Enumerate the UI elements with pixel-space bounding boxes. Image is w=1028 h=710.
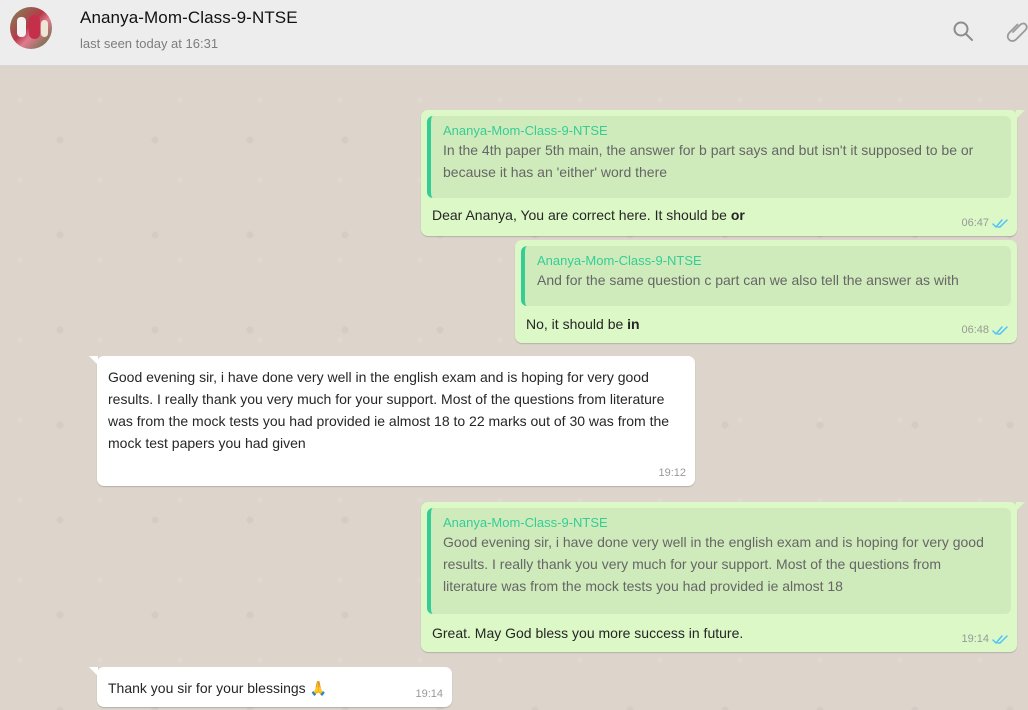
message-text-content: Thank you sir for your blessings	[108, 680, 306, 696]
outgoing-message[interactable]: Ananya-Mom-Class-9-NTSE Good evening sir…	[421, 502, 1025, 652]
message-time: 06:47	[961, 217, 989, 229]
message-meta: 19:12	[658, 467, 686, 479]
message-text: Thank you sir for your blessings 🙏	[108, 677, 442, 699]
message-time: 06:48	[961, 324, 989, 336]
message-text: Dear Ananya, You are correct here. It sh…	[432, 206, 745, 224]
chat-window: Ananya-Mom-Class-9-NTSE last seen today …	[0, 0, 1028, 710]
folded-hands-emoji: 🙏	[309, 680, 327, 696]
attach-button[interactable]	[1005, 19, 1028, 43]
avatar-figure-2	[29, 15, 40, 39]
quoted-message[interactable]: Ananya-Mom-Class-9-NTSE In the 4th paper…	[427, 116, 1011, 198]
quoted-message[interactable]: Ananya-Mom-Class-9-NTSE Good evening sir…	[427, 508, 1011, 614]
message-text: No, it should be in	[526, 315, 640, 333]
quoted-author: Ananya-Mom-Class-9-NTSE	[537, 253, 702, 268]
message-time: 19:12	[658, 467, 686, 479]
quoted-author: Ananya-Mom-Class-9-NTSE	[443, 515, 608, 530]
message-time: 19:14	[961, 633, 989, 645]
message-meta: 06:47	[961, 217, 1008, 229]
message-text: Great. May God bless you more success in…	[432, 625, 744, 641]
message-time: 19:14	[415, 688, 443, 700]
quoted-text: Good evening sir, i have done very well …	[443, 534, 988, 594]
message-meta: 06:48	[961, 324, 1008, 336]
chat-header: Ananya-Mom-Class-9-NTSE last seen today …	[0, 0, 1028, 66]
avatar-figure-1	[17, 17, 26, 37]
read-receipt-icon	[992, 218, 1008, 228]
outgoing-message[interactable]: Ananya-Mom-Class-9-NTSE In the 4th paper…	[421, 110, 1025, 236]
paperclip-icon	[1006, 22, 1028, 42]
avatar-figure-3	[41, 20, 48, 37]
incoming-message[interactable]: Thank you sir for your blessings 🙏 19:14	[89, 667, 452, 707]
message-tail	[89, 667, 98, 676]
message-text-bold: in	[627, 316, 640, 332]
read-receipt-icon	[992, 325, 1008, 335]
search-icon	[953, 21, 973, 41]
last-seen-status: last seen today at 16:31	[80, 36, 219, 51]
quoted-message[interactable]: Ananya-Mom-Class-9-NTSE And for the same…	[521, 246, 1011, 306]
message-meta: 19:14	[961, 633, 1008, 645]
read-receipt-icon	[992, 634, 1008, 644]
message-text-prefix: Dear Ananya, You are correct here. It sh…	[432, 207, 731, 223]
message-tail	[1016, 502, 1025, 511]
quoted-text: In the 4th paper 5th main, the answer fo…	[443, 142, 978, 180]
message-tail	[89, 356, 98, 365]
incoming-message[interactable]: Good evening sir, i have done very well …	[89, 356, 695, 486]
message-meta: 19:14	[415, 688, 443, 700]
message-text: Good evening sir, i have done very well …	[108, 369, 670, 451]
outgoing-message[interactable]: Ananya-Mom-Class-9-NTSE And for the same…	[515, 240, 1017, 343]
contact-name[interactable]: Ananya-Mom-Class-9-NTSE	[80, 8, 298, 28]
search-button[interactable]	[951, 19, 975, 43]
message-list[interactable]: Ananya-Mom-Class-9-NTSE In the 4th paper…	[0, 66, 1028, 710]
message-text-bold: or	[730, 207, 745, 223]
contact-avatar[interactable]	[10, 7, 52, 49]
message-text-prefix: No, it should be	[526, 316, 628, 332]
quoted-text: And for the same question c part can we …	[537, 272, 959, 288]
quoted-author: Ananya-Mom-Class-9-NTSE	[443, 123, 608, 138]
message-tail	[1016, 110, 1025, 119]
